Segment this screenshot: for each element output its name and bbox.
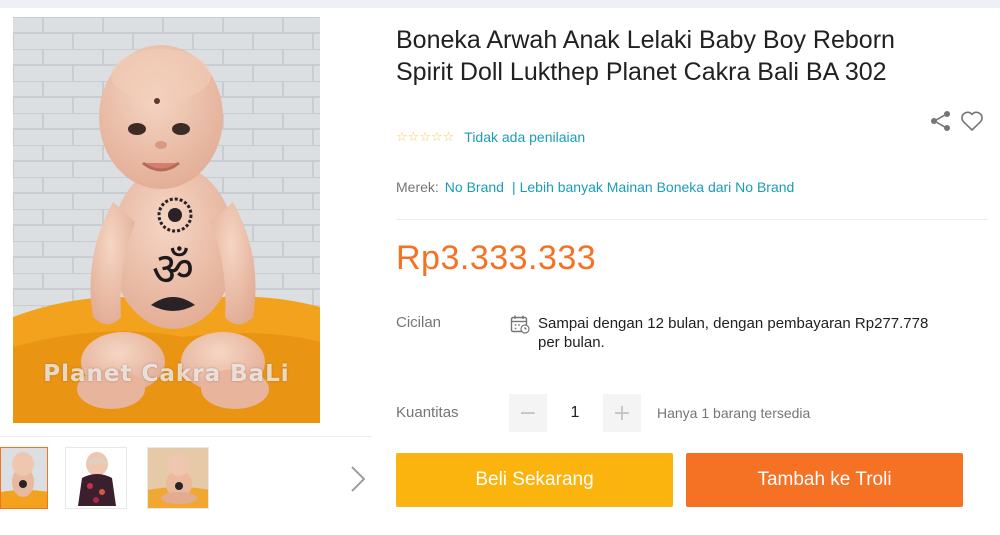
top-bar	[0, 0, 1000, 8]
thumbnail-3[interactable]	[147, 447, 209, 509]
share-icon[interactable]	[930, 110, 952, 132]
installment-label: Cicilan	[396, 314, 442, 331]
star-empty-icon: ☆	[442, 129, 455, 144]
product-main-image[interactable]: ॐ Planet Cakra BaLi	[13, 17, 320, 423]
image-watermark: Planet Cakra BaLi	[43, 361, 290, 387]
thumbnail-doll-front	[1, 448, 47, 508]
gallery-divider	[0, 436, 372, 437]
star-empty-icon: ☆	[396, 129, 408, 144]
heart-icon[interactable]	[960, 110, 984, 132]
product-price: Rp3.333.333	[396, 239, 597, 277]
installment-text: Sampai dengan 12 bulan, dengan pembayara…	[538, 315, 929, 351]
thumbnail-1[interactable]	[0, 447, 48, 509]
quantity-increase-button[interactable]: +	[603, 394, 641, 432]
quantity-label: Kuantitas	[396, 404, 459, 421]
brand-label: Merek:	[396, 179, 439, 195]
quantity-decrease-button[interactable]: −	[509, 394, 547, 432]
svg-text:ॐ: ॐ	[152, 242, 194, 296]
stock-note: Hanya 1 barang tersedia	[657, 405, 811, 421]
thumbnail-doll-sitting	[148, 448, 208, 508]
more-from-brand-link[interactable]: Lebih banyak Mainan Boneka dari No Brand	[520, 179, 795, 195]
calendar-icon	[510, 314, 530, 334]
brand-separator: |	[511, 179, 516, 195]
buy-now-button[interactable]: Beli Sekarang	[396, 453, 673, 507]
rating-row: ☆ ☆ ☆ ☆ ☆ Tidak ada penilaian	[396, 129, 585, 145]
brand-link[interactable]: No Brand	[445, 179, 504, 195]
star-empty-icon: ☆	[430, 129, 443, 144]
quantity-input[interactable]	[550, 394, 600, 432]
brand-row: Merek: No Brand | Lebih banyak Mainan Bo…	[396, 179, 794, 195]
thumbnail-doll-in-dress	[66, 448, 126, 508]
chevron-right-icon[interactable]	[348, 463, 368, 495]
rating-stars: ☆ ☆ ☆ ☆ ☆	[396, 130, 454, 144]
star-empty-icon: ☆	[419, 129, 431, 144]
product-title: Boneka Arwah Anak Lelaki Baby Boy Reborn…	[396, 26, 895, 86]
no-rating-link[interactable]: Tidak ada penilaian	[464, 129, 585, 145]
star-empty-icon: ☆	[407, 129, 420, 144]
add-to-cart-button[interactable]: Tambah ke Troli	[686, 453, 963, 507]
thumbnail-2[interactable]	[65, 447, 127, 509]
info-divider	[396, 219, 988, 220]
